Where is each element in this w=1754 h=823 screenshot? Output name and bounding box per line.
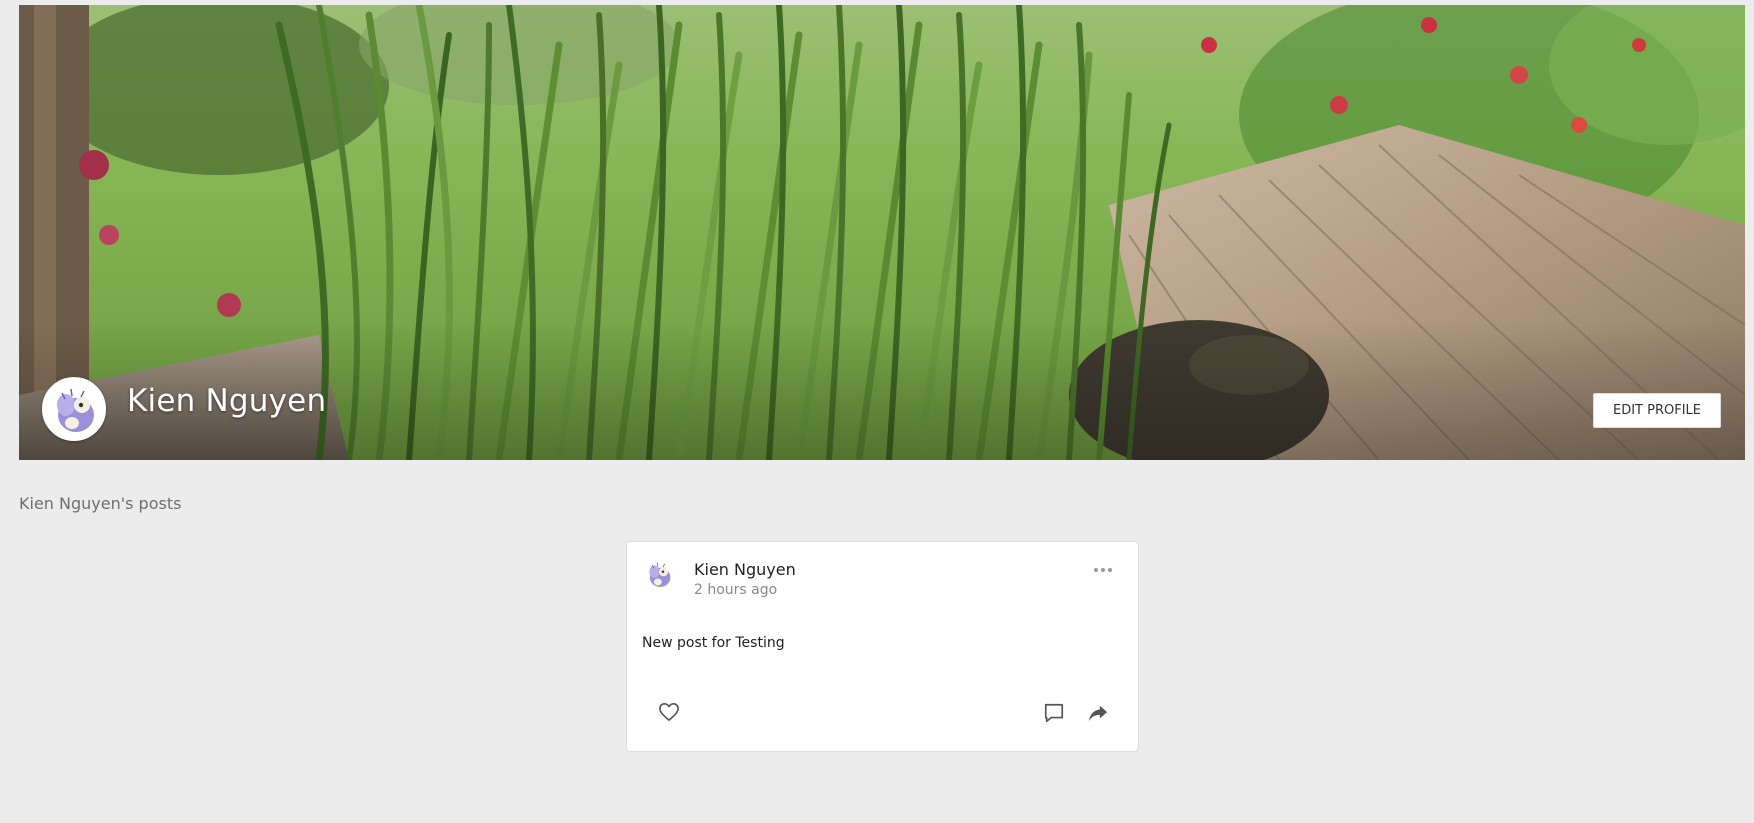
post-timestamp: 2 hours ago bbox=[694, 582, 778, 598]
avatar-illustration-icon bbox=[642, 557, 676, 591]
share-arrow-icon bbox=[1088, 705, 1108, 722]
post-options-button[interactable] bbox=[1090, 562, 1116, 578]
like-button[interactable] bbox=[655, 698, 683, 726]
posts-section-heading: Kien Nguyen's posts bbox=[19, 494, 182, 513]
share-button[interactable] bbox=[1084, 699, 1112, 727]
post-author-name[interactable]: Kien Nguyen bbox=[694, 560, 796, 579]
profile-name: Kien Nguyen bbox=[127, 383, 327, 419]
avatar-illustration-icon bbox=[44, 379, 104, 439]
profile-cover: Kien Nguyen EDIT PROFILE bbox=[19, 5, 1745, 460]
more-horizontal-icon bbox=[1094, 568, 1112, 572]
post-content: New post for Testing bbox=[642, 635, 785, 651]
heart-outline-icon bbox=[659, 703, 679, 721]
comment-icon bbox=[1044, 703, 1064, 723]
comment-button[interactable] bbox=[1040, 699, 1068, 727]
edit-profile-button[interactable]: EDIT PROFILE bbox=[1593, 393, 1721, 428]
post-card: Kien Nguyen 2 hours ago New post for Tes… bbox=[626, 541, 1139, 752]
post-author-avatar[interactable] bbox=[642, 557, 676, 591]
profile-avatar[interactable] bbox=[42, 377, 106, 441]
